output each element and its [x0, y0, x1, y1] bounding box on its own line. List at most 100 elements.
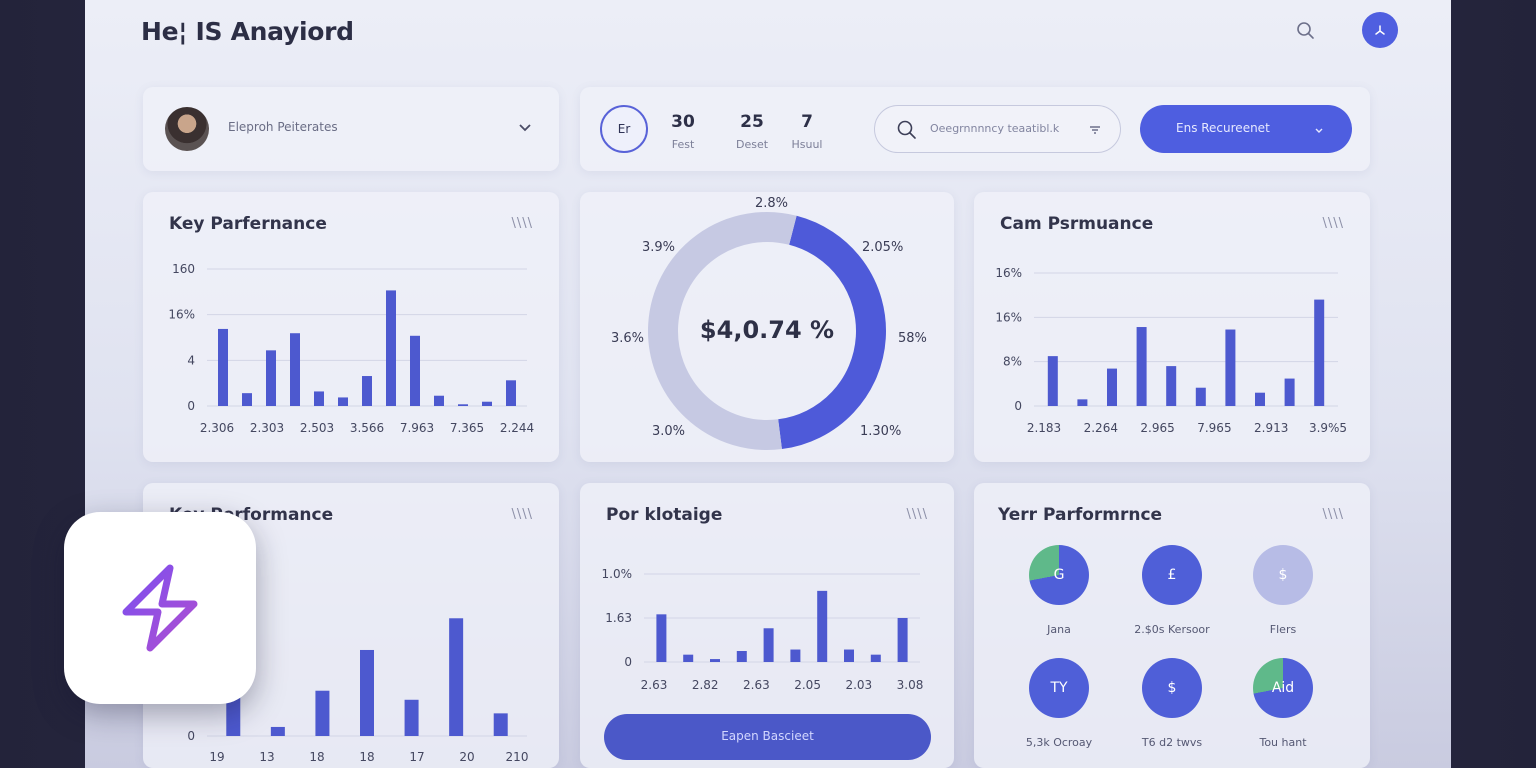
x-tick-label: 210: [506, 750, 529, 764]
app-launcher-tile[interactable]: [64, 512, 256, 704]
lightning-bolt-icon: [122, 564, 198, 652]
bar[interactable]: [404, 699, 419, 736]
primary-action-button[interactable]: Ens Recureenet: [1140, 105, 1352, 153]
bar[interactable]: [897, 618, 908, 662]
y-tick-label: 8%: [1003, 355, 1022, 369]
bar[interactable]: [338, 397, 348, 406]
stats-bar: Er 30 Fest 25 Deset 7 Hsuul Oeegrnnnncy …: [580, 87, 1370, 171]
user-avatar-button[interactable]: [1362, 12, 1398, 48]
stat-label: Deset: [735, 138, 769, 151]
bar[interactable]: [493, 713, 508, 736]
bar[interactable]: [790, 649, 801, 662]
bar[interactable]: [434, 395, 444, 406]
x-tick-label: 19: [209, 750, 224, 764]
x-tick-label: 2.63: [743, 678, 770, 692]
x-tick-label: 17: [409, 750, 424, 764]
x-tick-label: 2.913: [1254, 421, 1288, 435]
bar[interactable]: [314, 391, 324, 406]
search-icon: [897, 120, 916, 139]
y-tick-label: 1.63: [605, 611, 632, 625]
bar[interactable]: [362, 376, 372, 406]
yearly-performance-card: Yerr Parformrnce \\\\ G Jana £2.$0s Kersoo…: [974, 483, 1370, 768]
bar[interactable]: [360, 649, 374, 736]
stat-item: 7 Hsuul: [777, 112, 837, 151]
x-tick-label: 7.963: [400, 421, 434, 435]
y-tick-label: 0: [624, 655, 632, 669]
bar[interactable]: [710, 659, 720, 662]
search-input[interactable]: Oeegrnnnncy teaatibl.k: [874, 105, 1121, 153]
donut-card: $4,0.74 % 2.8% 2.05% 58% 1.30% 3.0% 3.6%…: [580, 192, 954, 462]
bar[interactable]: [656, 614, 667, 662]
perf-item[interactable]: TY 5,3k Ocroay: [999, 658, 1119, 749]
perf-item[interactable]: $ T6 d2 twvs: [1112, 658, 1232, 749]
bar[interactable]: [266, 350, 276, 406]
bar[interactable]: [410, 335, 420, 406]
bar[interactable]: [1225, 329, 1236, 406]
perf-circle: Aid: [1253, 658, 1313, 718]
bar[interactable]: [242, 393, 252, 406]
bar[interactable]: [1255, 392, 1265, 406]
bar[interactable]: [1136, 327, 1147, 406]
donut-label: 3.6%: [611, 331, 645, 346]
filter-icon[interactable]: [1089, 124, 1101, 136]
bar[interactable]: [270, 726, 285, 736]
x-tick-label: 7.965: [1197, 421, 1231, 435]
bar[interactable]: [449, 618, 464, 736]
bar[interactable]: [1107, 368, 1117, 406]
donut-label: 2.05%: [862, 240, 904, 255]
x-tick-label: 3.9%5: [1309, 421, 1347, 435]
bar[interactable]: [683, 654, 694, 662]
bar[interactable]: [482, 401, 492, 406]
perf-item[interactable]: $ Flers: [1223, 545, 1343, 636]
perf-circle: G: [1029, 545, 1089, 605]
x-tick-label: 2.264: [1084, 421, 1118, 435]
perf-label: T6 d2 twvs: [1141, 736, 1203, 749]
x-tick-label: 2.306: [200, 421, 234, 435]
stat-badge[interactable]: Er: [600, 105, 648, 153]
bar[interactable]: [1047, 356, 1058, 406]
bar[interactable]: [1077, 399, 1088, 406]
bar[interactable]: [1284, 378, 1295, 406]
bar[interactable]: [218, 328, 228, 406]
stat-item: 30 Fest: [653, 112, 713, 151]
donut-label: 3.0%: [652, 424, 686, 439]
chevron-down-icon[interactable]: [517, 119, 533, 135]
bar[interactable]: [315, 690, 330, 736]
bar[interactable]: [870, 654, 881, 662]
x-tick-label: 2.503: [300, 421, 334, 435]
chevron-down-icon: [1315, 128, 1323, 133]
stat-label: Fest: [671, 138, 695, 151]
bar-chart: 160 16% 4 0 2.306 2.303 2.503 3.566 7.963 7.365 2.…: [168, 262, 534, 435]
x-tick-label: 2.303: [250, 421, 284, 435]
bar[interactable]: [386, 290, 396, 406]
bar[interactable]: [1314, 299, 1325, 406]
bar[interactable]: [817, 590, 828, 662]
perf-item[interactable]: G Jana: [999, 545, 1119, 636]
x-tick-label: 7.365: [450, 421, 484, 435]
more-icon[interactable]: \\\\: [1322, 507, 1344, 522]
primary-action-label: Ens Recureenet: [1176, 121, 1270, 135]
bar[interactable]: [844, 649, 854, 662]
bar[interactable]: [763, 628, 774, 662]
perf-label: Jana: [1047, 623, 1071, 636]
perf-item[interactable]: Aid Tou hant: [1223, 658, 1343, 749]
card-title: Yerr Parformrnce: [998, 505, 1163, 525]
perf-circle: $: [1253, 545, 1313, 605]
user-selector[interactable]: Eleproh Peiterates: [143, 87, 559, 171]
donut-label: 3.9%: [642, 240, 676, 255]
stat-item: 25 Deset: [722, 112, 782, 151]
x-tick-label: 2.82: [692, 678, 719, 692]
bar[interactable]: [290, 333, 300, 406]
bar[interactable]: [736, 651, 747, 662]
bar[interactable]: [1195, 387, 1206, 406]
bar[interactable]: [458, 404, 468, 406]
x-tick-label: 2.965: [1140, 421, 1174, 435]
wide-action-button[interactable]: Eapen Bascieet: [604, 714, 931, 760]
search-icon[interactable]: [1295, 20, 1317, 42]
user-photo: [165, 107, 209, 151]
bar[interactable]: [506, 380, 516, 406]
y-tick-label: 1.0%: [602, 567, 633, 581]
user-name: Eleproh Peiterates: [228, 120, 338, 134]
bar[interactable]: [1166, 366, 1177, 406]
perf-item[interactable]: £2.$0s Kersoor: [1112, 545, 1232, 636]
